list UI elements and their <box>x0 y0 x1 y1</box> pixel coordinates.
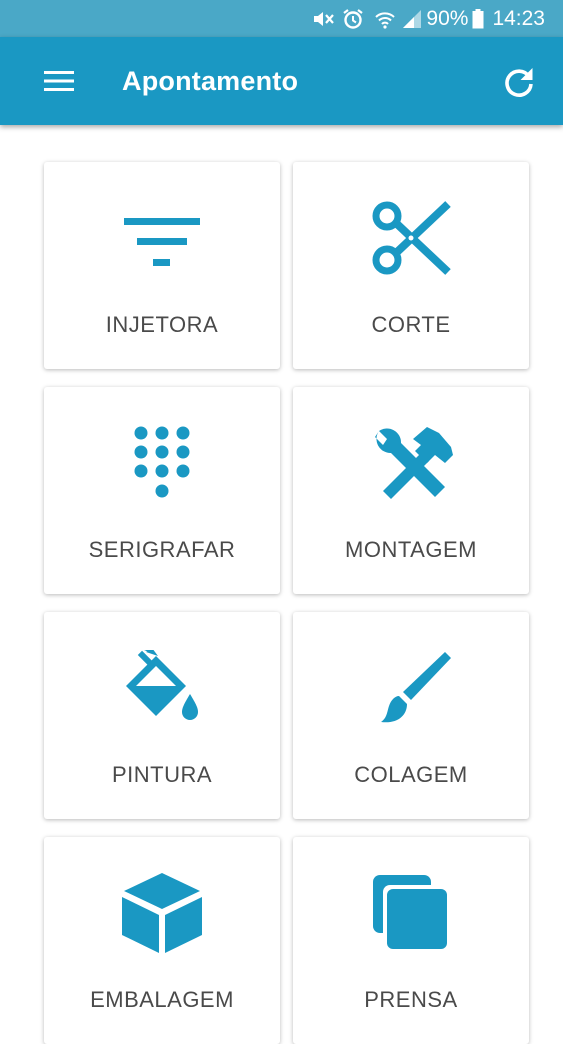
tools-icon <box>293 423 529 503</box>
tile-serigrafar[interactable]: SERIGRAFAR <box>44 387 280 594</box>
tile-label: SERIGRAFAR <box>88 537 236 562</box>
hamburger-icon <box>44 71 74 91</box>
layers-icon <box>293 873 529 953</box>
paint-bucket-icon <box>44 648 280 728</box>
brush-icon <box>293 648 529 728</box>
clock: 14:23 <box>492 6 545 30</box>
tile-embalagem[interactable]: EMBALAGEM <box>44 837 280 1044</box>
tile-label: COLAGEM <box>354 762 468 787</box>
scissors-icon <box>293 198 529 278</box>
alarm-icon <box>342 8 364 30</box>
page-title: Apontamento <box>122 65 299 96</box>
tile-corte[interactable]: CORTE <box>293 162 529 369</box>
signal-icon <box>402 9 422 29</box>
tile-colagem[interactable]: COLAGEM <box>293 612 529 819</box>
tile-label: MONTAGEM <box>345 537 477 562</box>
tile-label: PRENSA <box>364 987 458 1012</box>
refresh-button[interactable] <box>501 64 537 100</box>
battery-icon <box>472 8 484 29</box>
dialpad-icon <box>44 423 280 503</box>
tile-pintura[interactable]: PINTURA <box>44 612 280 819</box>
tile-prensa[interactable]: PRENSA <box>293 837 529 1044</box>
box-icon <box>44 873 280 953</box>
app-bar: Apontamento <box>0 37 563 125</box>
tile-label: CORTE <box>371 312 451 337</box>
tile-label: EMBALAGEM <box>90 987 234 1012</box>
tile-montagem[interactable]: MONTAGEM <box>293 387 529 594</box>
refresh-icon <box>505 68 533 97</box>
battery-percent: 90% <box>426 6 469 30</box>
tile-label: PINTURA <box>111 762 213 787</box>
mute-icon <box>312 9 336 29</box>
tile-injetora[interactable]: INJETORA <box>44 162 280 369</box>
tile-label: INJETORA <box>105 312 219 337</box>
filter-icon <box>44 198 280 278</box>
menu-button[interactable] <box>42 64 76 98</box>
status-bar: 90% 14:23 <box>0 0 563 37</box>
wifi-icon <box>374 9 396 29</box>
